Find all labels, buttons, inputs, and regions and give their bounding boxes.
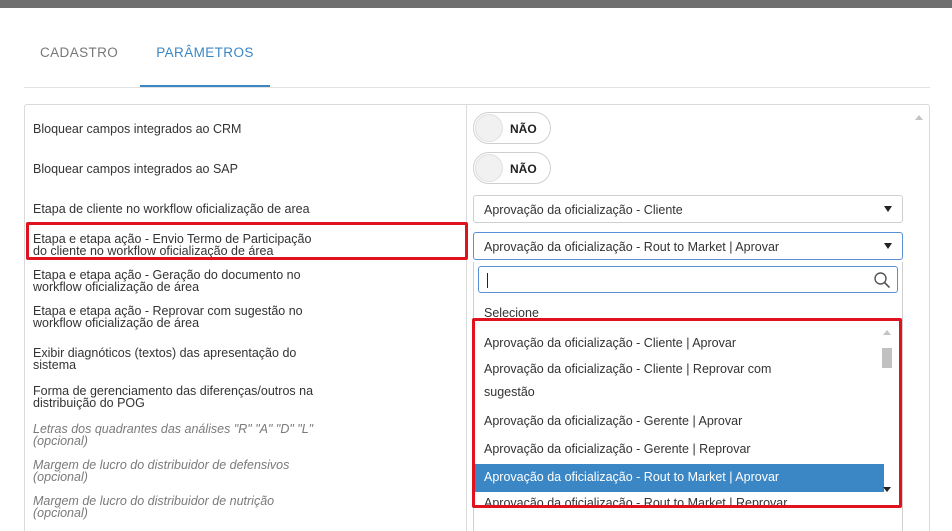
toggle-state: NÃO: [510, 122, 537, 136]
highlight-box-options: [472, 318, 902, 508]
label-margem-nutricao: Margem de lucro do distribuidor de nutri…: [33, 494, 275, 520]
label-exibir-diagnosticos: Exibir diagnóticos (textos) das apresent…: [33, 346, 297, 372]
parameters-modal: CADASTRO PARÂMETROS Bloquear campos inte…: [0, 8, 952, 531]
tab-cadastro[interactable]: CADASTRO: [40, 38, 118, 87]
search-icon: [874, 272, 891, 289]
tab-parametros[interactable]: PARÂMETROS: [140, 38, 270, 87]
toggle-state: NÃO: [510, 162, 537, 176]
toggle-bloquear-crm[interactable]: NÃO: [473, 112, 551, 144]
chevron-down-icon: [884, 243, 892, 249]
text-cursor: [487, 273, 488, 288]
select-value: Aprovação da oficialização - Cliente: [484, 203, 683, 217]
label-etapa-cliente: Etapa de cliente no workflow oficializaç…: [33, 202, 310, 216]
label-margem-defensivos: Margem de lucro do distribuidor de defen…: [33, 458, 290, 484]
dropdown-search-input[interactable]: [478, 266, 898, 293]
label-bloquear-crm: Bloquear campos integrados ao CRM: [33, 122, 242, 136]
label-bloquear-sap: Bloquear campos integrados ao SAP: [33, 162, 238, 176]
label-forma-gerenciamento: Forma de gerenciamento das diferenças/ou…: [33, 384, 314, 410]
label-letras-quadrantes: Letras dos quadrantes das análises "R" "…: [33, 422, 314, 448]
label-geracao-documento: Etapa e etapa ação - Geração do document…: [33, 268, 301, 294]
label-reprovar-sugestao: Etapa e etapa ação - Reprovar com sugest…: [33, 304, 303, 330]
select-envio-termo[interactable]: Aprovação da oficialização - Rout to Mar…: [473, 232, 903, 260]
column-divider: [466, 105, 467, 531]
panel-scroll-up-icon[interactable]: [915, 115, 923, 120]
toggle-knob: [475, 114, 503, 142]
select-value: Aprovação da oficialização - Rout to Mar…: [484, 240, 780, 254]
toggle-bloquear-sap[interactable]: NÃO: [473, 152, 551, 184]
highlight-box-label: [26, 222, 468, 260]
chevron-down-icon: [884, 206, 892, 212]
tab-bar: CADASTRO PARÂMETROS: [24, 38, 930, 88]
select-etapa-cliente[interactable]: Aprovação da oficialização - Cliente: [473, 195, 903, 223]
toggle-knob: [475, 154, 503, 182]
